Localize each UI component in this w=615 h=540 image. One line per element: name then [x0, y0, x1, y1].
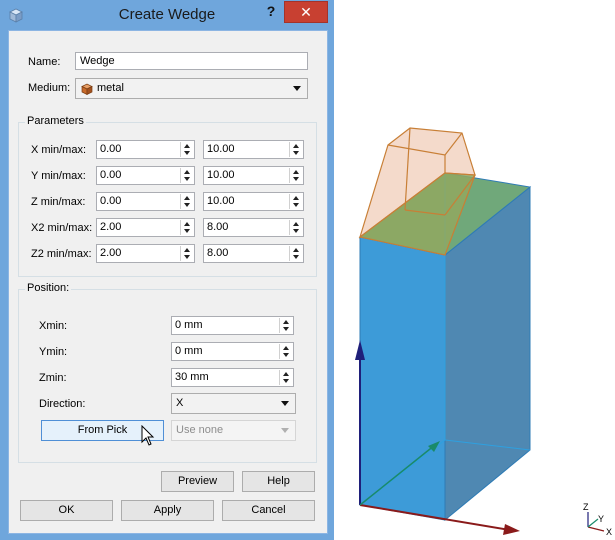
spin-arrows-icon[interactable] [279, 344, 292, 359]
y-minmax-label: Y min/max: [31, 170, 86, 182]
ok-button[interactable]: OK [20, 500, 113, 521]
use-none-value: Use none [176, 424, 224, 436]
direction-label: Direction: [39, 398, 86, 410]
name-field[interactable]: Wedge [75, 52, 308, 70]
use-none-select[interactable]: Use none [171, 420, 296, 441]
x2-minmax-label: X2 min/max: [31, 222, 93, 234]
position-group-title: Position: [25, 282, 72, 294]
help-button[interactable]: Help [242, 471, 315, 492]
xmin-label: Xmin: [39, 320, 68, 332]
axis-y-label: Y [598, 514, 604, 524]
spin-arrows-icon[interactable] [289, 168, 302, 183]
title-bar[interactable]: Create Wedge ? ✕ [0, 0, 334, 30]
direction-select[interactable]: X [171, 393, 296, 414]
direction-value: X [176, 397, 184, 409]
z2-max-spinbox[interactable]: 8.00 [203, 244, 304, 263]
y-min-spinbox[interactable]: 0.00 [96, 166, 195, 185]
x2-min-spinbox[interactable]: 2.00 [96, 218, 195, 237]
mouse-cursor-icon [141, 425, 155, 446]
spin-arrows-icon[interactable] [289, 220, 302, 235]
medium-value: metal [97, 82, 124, 94]
xmin-spinbox[interactable]: 0 mm [171, 316, 294, 335]
x-minmax-label: X min/max: [31, 144, 87, 156]
z2-minmax-label: Z2 min/max: [31, 248, 92, 260]
axis-z-label: Z [583, 502, 589, 512]
zmin-label: Zmin: [39, 372, 67, 384]
spin-arrows-icon[interactable] [279, 318, 292, 333]
spin-arrows-icon[interactable] [180, 142, 193, 157]
medium-select[interactable]: metal [75, 78, 308, 99]
zmin-spinbox[interactable]: 30 mm [171, 368, 294, 387]
z-minmax-label: Z min/max: [31, 196, 86, 208]
spin-arrows-icon[interactable] [180, 168, 193, 183]
spin-arrows-icon[interactable] [289, 194, 302, 209]
dialog-body: Name: Wedge Medium: metal Parameters X m… [8, 30, 328, 534]
close-button[interactable]: ✕ [284, 1, 328, 23]
3d-viewport[interactable]: Z Y X [335, 0, 615, 540]
x-min-spinbox[interactable]: 0.00 [96, 140, 195, 159]
z2-min-spinbox[interactable]: 2.00 [96, 244, 195, 263]
spin-arrows-icon[interactable] [289, 142, 302, 157]
spin-arrows-icon[interactable] [289, 246, 302, 261]
ymin-spinbox[interactable]: 0 mm [171, 342, 294, 361]
name-label: Name: [28, 56, 61, 68]
cancel-button[interactable]: Cancel [222, 500, 315, 521]
y-max-spinbox[interactable]: 10.00 [203, 166, 304, 185]
ymin-label: Ymin: [39, 346, 68, 358]
apply-button[interactable]: Apply [121, 500, 214, 521]
spin-arrows-icon[interactable] [180, 220, 193, 235]
chevron-down-icon [281, 401, 289, 406]
x-max-spinbox[interactable]: 10.00 [203, 140, 304, 159]
help-question-button[interactable]: ? [261, 3, 281, 23]
z-min-spinbox[interactable]: 0.00 [96, 192, 195, 211]
z-max-spinbox[interactable]: 10.00 [203, 192, 304, 211]
medium-label: Medium: [28, 82, 71, 94]
axis-x-label: X [606, 527, 612, 537]
spin-arrows-icon[interactable] [180, 194, 193, 209]
metal-cube-icon [81, 83, 93, 95]
x2-max-spinbox[interactable]: 8.00 [203, 218, 304, 237]
preview-button[interactable]: Preview [161, 471, 234, 492]
chevron-down-icon [293, 86, 301, 91]
spin-arrows-icon[interactable] [180, 246, 193, 261]
chevron-down-icon [281, 428, 289, 433]
create-wedge-dialog: Create Wedge ? ✕ Name: Wedge Medium: met… [0, 0, 334, 540]
spin-arrows-icon[interactable] [279, 370, 292, 385]
parameters-group-title: Parameters [25, 115, 86, 127]
